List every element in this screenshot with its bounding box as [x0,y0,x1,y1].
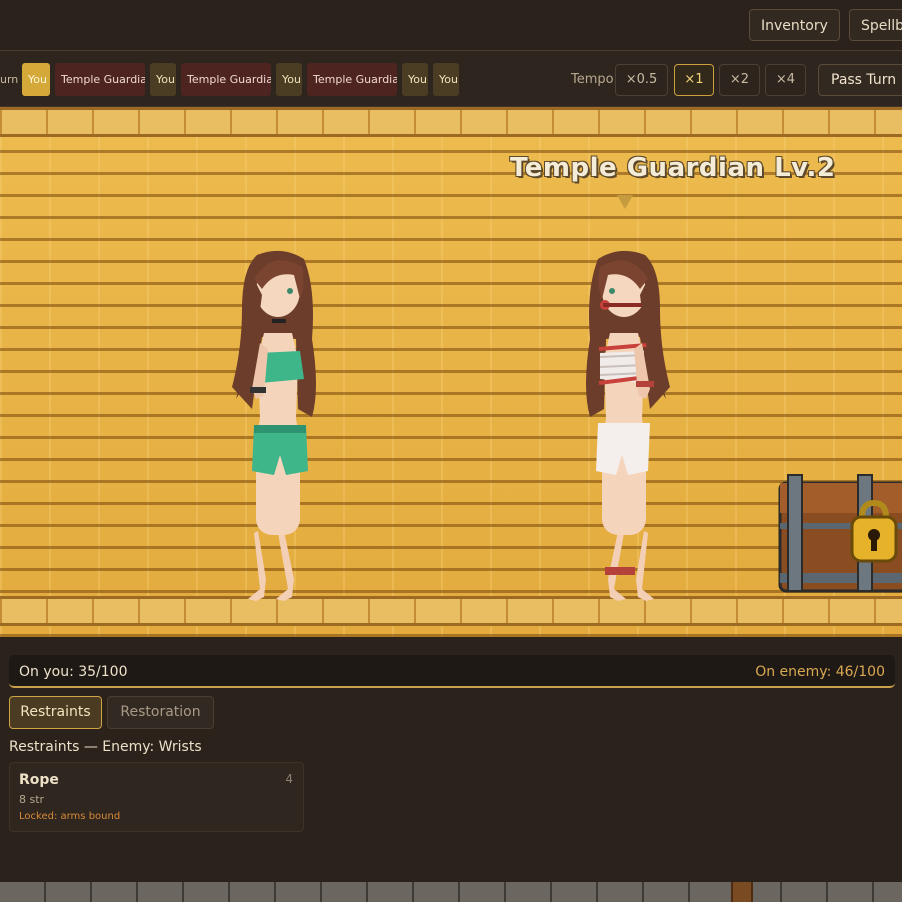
enemy-name-label: Temple Guardian Lv.2 [510,153,836,183]
spellbook-button[interactable]: Spellb [849,9,902,41]
turn-chip-you: You [433,63,459,96]
tab-restoration[interactable]: Restoration [107,696,214,729]
pass-turn-button[interactable]: Pass Turn [818,64,902,96]
treasure-chest[interactable] [776,473,902,597]
stone-floor-strip [0,882,902,902]
turn-chip-you: You [22,63,50,96]
bottom-frieze [0,596,902,626]
turn-chip-you: You [150,63,176,96]
tab-restraints[interactable]: Restraints [9,696,102,729]
tempo-1x-button[interactable]: ×1 [674,64,714,96]
section-title: Restraints — Enemy: Wrists [9,739,202,755]
enemy-character[interactable] [575,249,690,605]
top-frieze [0,107,902,137]
tempo-4x-button[interactable]: ×4 [765,64,806,96]
on-enemy-value: On enemy: 46/100 [755,664,885,680]
item-strength: 8 str [19,793,45,806]
item-lock-note: Locked: arms bound [19,811,121,822]
turn-chip-enemy: Temple Guardian [55,63,145,96]
turn-chip-enemy: Temple Guardian [181,63,271,96]
tempo-half-button[interactable]: ×0.5 [615,64,668,96]
top-bar: Inventory Spellb [0,0,902,51]
wooden-post [731,882,753,902]
player-character[interactable] [212,249,327,605]
turn-chip-enemy: Temple Guardian [307,63,397,96]
bottom-panel: On you: 35/100 On enemy: 46/100 Restrain… [0,637,902,882]
tempo-2x-button[interactable]: ×2 [719,64,760,96]
turn-chip-you: You [402,63,428,96]
restraint-status-bar: On you: 35/100 On enemy: 46/100 [9,655,895,688]
turn-bar: urn You Temple Guardian You Temple Guard… [0,51,902,107]
item-name: Rope [19,772,59,788]
inventory-button[interactable]: Inventory [749,9,840,41]
on-you-value: On you: 35/100 [19,664,128,680]
target-marker-icon [617,195,633,209]
item-card-rope[interactable]: Rope 4 8 str Locked: arms bound [9,762,304,832]
tempo-label: Tempo [571,72,614,87]
battle-scene: Temple Guardian Lv.2 [0,107,902,637]
turn-order-label: urn [0,73,19,86]
item-count: 4 [285,772,293,786]
turn-chip-you: You [276,63,302,96]
